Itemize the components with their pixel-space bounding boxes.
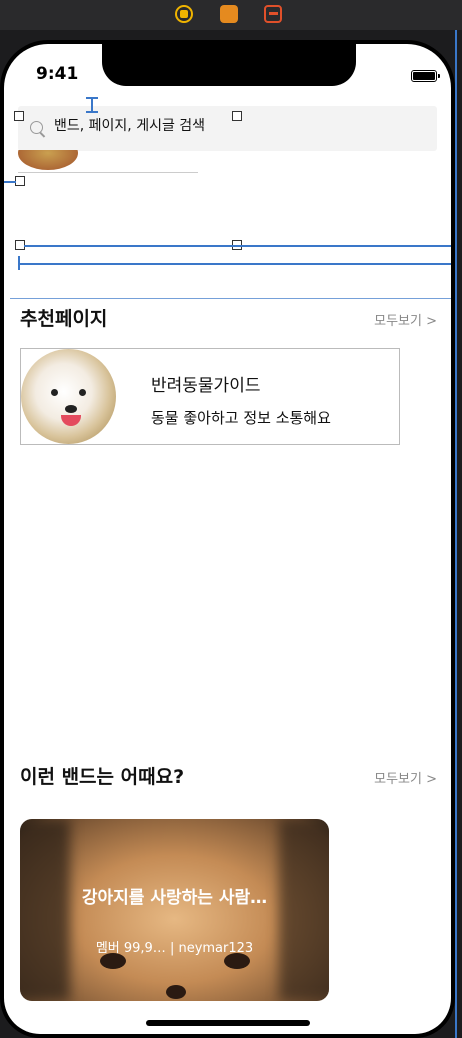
exit-icon[interactable]	[264, 5, 282, 23]
scene-dock-toolbar	[0, 0, 462, 30]
constraint-line	[4, 181, 16, 183]
first-responder-icon[interactable]	[220, 5, 238, 23]
dog-nose	[166, 985, 186, 999]
constraint-line	[18, 256, 20, 270]
text-cursor-guide	[91, 98, 93, 112]
recommended-pages-title: 추천페이지	[20, 308, 108, 330]
avatar	[21, 349, 116, 444]
page-description: 동물 좋아하고 정보 소통해요	[151, 409, 331, 427]
view-controller-icon[interactable]	[175, 5, 193, 23]
dog-eye	[51, 389, 58, 396]
dog-mouth	[61, 415, 81, 426]
screen: 9:41 추천페이지 모두보기 > 반려동물	[4, 44, 451, 1034]
constraint-line	[24, 245, 451, 247]
band-meta: 멤버 99,9… | neymar123	[95, 941, 254, 956]
search-bar[interactable]	[18, 106, 437, 151]
resize-handle[interactable]	[14, 111, 24, 121]
resize-handle[interactable]	[15, 176, 25, 186]
device-frame: 9:41 추천페이지 모두보기 > 반려동물	[0, 40, 455, 1038]
resize-handle[interactable]	[232, 111, 242, 121]
text-cursor-guide	[86, 97, 98, 99]
text-cursor-guide	[86, 111, 98, 113]
status-time: 9:41	[36, 64, 79, 84]
band-suggestions-see-all[interactable]: 모두보기 >	[374, 768, 437, 787]
selection-guide-right	[455, 30, 457, 1038]
band-card[interactable]: 강아지를 사랑하는 사람… 멤버 99,9… | neymar123	[20, 819, 329, 1001]
recommended-pages-see-all[interactable]: 모두보기 >	[374, 310, 437, 329]
band-name: 강아지를 사랑하는 사람…	[81, 888, 268, 908]
band-suggestions-title: 이런 밴드는 어때요?	[20, 766, 185, 788]
page-card[interactable]: 반려동물가이드 동물 좋아하고 정보 소통해요	[20, 348, 400, 445]
battery-icon	[411, 70, 440, 82]
search-icon	[30, 121, 43, 134]
notch	[102, 44, 356, 86]
dog-eye	[79, 389, 86, 396]
constraint-line	[18, 263, 451, 265]
clipped-thumbnail	[18, 150, 198, 173]
page-name: 반려동물가이드	[151, 376, 261, 396]
constraint-line	[10, 298, 451, 299]
dog-nose	[65, 405, 77, 413]
home-indicator	[146, 1020, 310, 1026]
